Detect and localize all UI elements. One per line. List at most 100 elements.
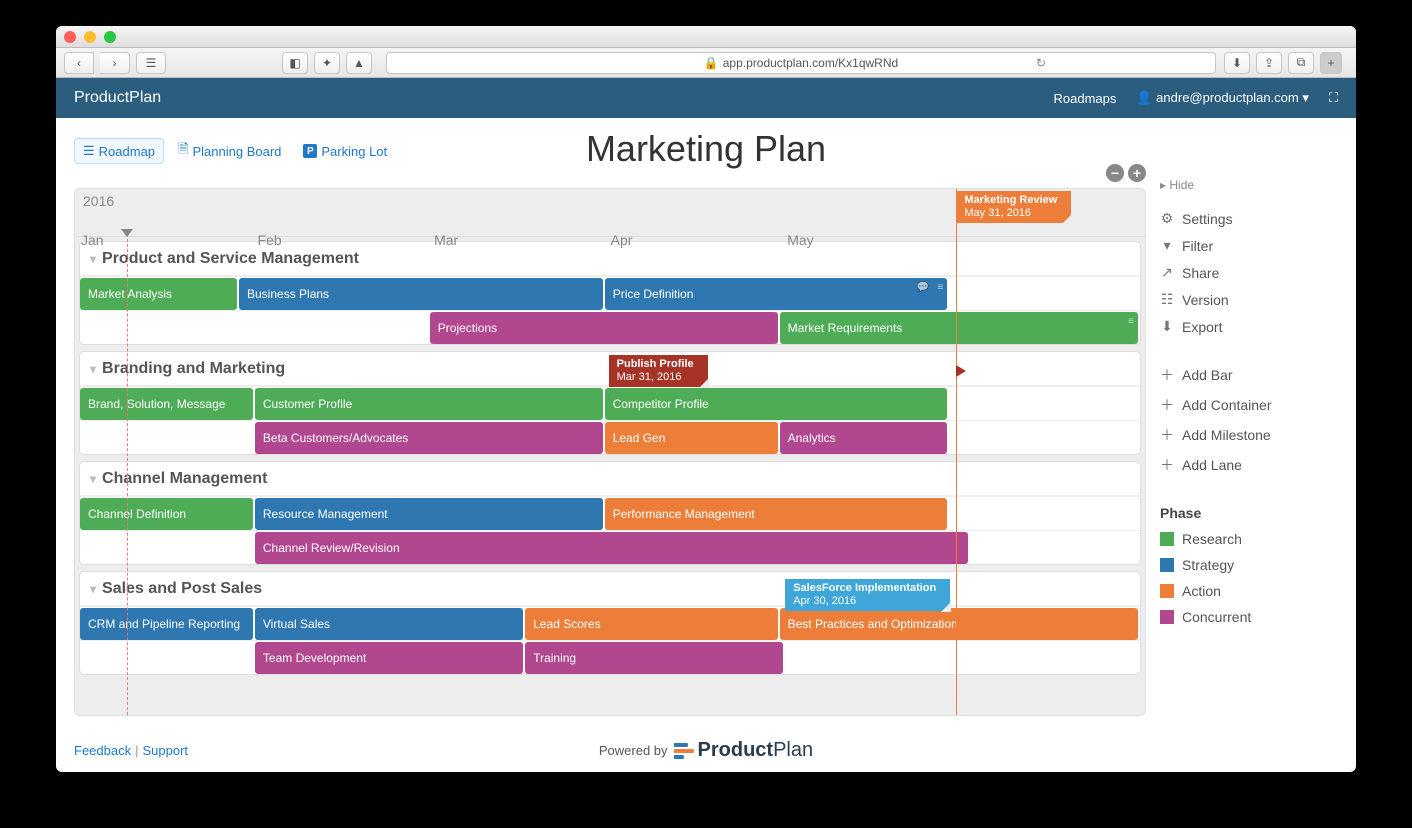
milestone-tag[interactable]: Marketing ReviewMay 31, 2016 — [956, 191, 1071, 223]
sidebar-item-label: Settings — [1182, 211, 1233, 227]
chevron-down-icon: ▾ — [90, 582, 96, 596]
brand-label: ProductPlan — [74, 89, 161, 107]
milestone-flag-icon — [956, 365, 966, 377]
ext-button-2[interactable]: ✦ — [314, 52, 340, 74]
roadmap-bar[interactable]: Business Plans — [239, 278, 603, 310]
lane: ▾Product and Service ManagementMarket An… — [79, 241, 1141, 345]
share-button[interactable]: ⇪ — [1256, 52, 1282, 74]
zoom-in-button[interactable]: + — [1128, 164, 1146, 182]
roadmap-bar[interactable]: Analytics — [780, 422, 948, 454]
sidebar-item-export[interactable]: ⬇ Export — [1160, 318, 1340, 335]
roadmap-bar[interactable]: Channel Definition — [80, 498, 253, 530]
zoom-out-button[interactable]: − — [1106, 164, 1124, 182]
roadmap-bar[interactable]: Virtual Sales — [255, 608, 523, 640]
timeline[interactable]: 2016 JanFebMarAprMay ▾Product and Servic… — [74, 188, 1146, 716]
download-button[interactable]: ⬇ — [1224, 52, 1250, 74]
lane-header[interactable]: ▾Product and Service Management — [80, 242, 1140, 276]
sidebar-item-label: Add Milestone — [1182, 427, 1271, 443]
right-sidebar: ▸ Hide ⚙Settings ▾Filter ↗ Share ☷Version ⬇ Ex… — [1160, 178, 1340, 635]
url-text: app.productplan.com/Kx1qwRNd — [723, 56, 898, 70]
reload-icon[interactable]: ↻ — [1036, 56, 1046, 70]
support-link[interactable]: Support — [142, 743, 188, 758]
sidebar-add-container[interactable]: ＋Add Container — [1160, 395, 1340, 415]
zoom-icon[interactable] — [104, 31, 116, 43]
roadmap-bar[interactable]: Lead Gen — [605, 422, 778, 454]
roadmap-bar[interactable]: Price Definition≡💬 — [605, 278, 948, 310]
plus-icon: ＋ — [1160, 455, 1174, 475]
ext-button-3[interactable]: ▲ — [346, 52, 372, 74]
roadmap-bar[interactable]: Projections — [430, 312, 778, 344]
lane: ▾ Sales and Post Sales CRM and Pipeline Re… — [79, 571, 1141, 675]
sidebar-item-version[interactable]: ☷Version — [1160, 291, 1340, 308]
sidebar-item-label: Add Lane — [1182, 457, 1242, 473]
sidebar-item-filter[interactable]: ▾Filter — [1160, 237, 1340, 254]
sidebar-item-label: Export — [1182, 319, 1222, 335]
roadmap-bar[interactable]: Team Development — [255, 642, 523, 674]
roadmap-bar[interactable]: Lead Scores — [525, 608, 777, 640]
roadmap-bar[interactable]: Customer Profile — [255, 388, 603, 420]
lane: ▾Channel ManagementChannel DefinitionRes… — [79, 461, 1141, 565]
share-icon: ↗ — [1160, 264, 1174, 281]
comment-icon[interactable]: 💬 — [917, 282, 929, 293]
plus-icon: ＋ — [1160, 395, 1174, 415]
legend-item[interactable]: Concurrent — [1160, 609, 1340, 625]
legend-item[interactable]: Action — [1160, 583, 1340, 599]
legend-label: Concurrent — [1182, 609, 1251, 625]
nav-roadmaps[interactable]: Roadmaps — [1053, 91, 1116, 106]
page-title: Marketing Plan — [56, 128, 1356, 170]
ext-button-1[interactable]: ◧ — [282, 52, 308, 74]
tabs-button[interactable]: ⧉ — [1288, 52, 1314, 74]
roadmap-bar[interactable]: Market Analysis — [80, 278, 237, 310]
fullscreen-button[interactable]: ⛶ — [1329, 90, 1338, 106]
milestone-tag[interactable]: Publish ProfileMar 31, 2016 — [609, 355, 708, 387]
lane-row: Channel DefinitionResource ManagementPer… — [80, 496, 1140, 530]
roadmap-bar[interactable]: Performance Management — [605, 498, 948, 530]
legend-swatch — [1160, 584, 1174, 598]
drag-grip-icon[interactable]: ≡ — [1128, 316, 1134, 327]
lane-title: Product and Service Management — [102, 250, 359, 268]
hide-sidebar-button[interactable]: ▸ Hide — [1160, 178, 1340, 192]
lane-header[interactable]: ▾Channel Management — [80, 462, 1140, 496]
address-bar[interactable]: 🔒 app.productplan.com/Kx1qwRNd ↻ — [386, 52, 1216, 74]
chevron-down-icon: ▾ — [1302, 90, 1309, 105]
sidebar-toggle-button[interactable]: ☰ — [136, 52, 166, 74]
roadmap-bar[interactable]: Beta Customers/Advocates — [255, 422, 603, 454]
minimize-icon[interactable] — [84, 31, 96, 43]
sidebar-add-lane[interactable]: ＋ Add Lane — [1160, 455, 1340, 475]
sidebar-item-label: Share — [1182, 265, 1219, 281]
legend-label: Strategy — [1182, 557, 1234, 573]
legend-item[interactable]: Strategy — [1160, 557, 1340, 573]
sidebar-item-settings[interactable]: ⚙Settings — [1160, 210, 1340, 227]
export-icon: ⬇ — [1160, 318, 1174, 335]
new-tab-button[interactable]: + — [1320, 52, 1342, 74]
drag-grip-icon[interactable]: ≡ — [937, 282, 943, 293]
zoom-controls: − + — [1106, 164, 1146, 182]
today-marker-icon — [121, 229, 133, 237]
lane-header[interactable]: ▾ Sales and Post Sales — [80, 572, 1140, 606]
lock-icon: 🔒 — [704, 56, 719, 70]
lane-row: Brand, Solution, MessageCustomer Profile… — [80, 386, 1140, 420]
roadmap-bar[interactable]: Brand, Solution, Message — [80, 388, 253, 420]
roadmap-bar[interactable]: Market Requirements≡ — [780, 312, 1138, 344]
user-menu[interactable]: 👤 andre@productplan.com ▾ — [1136, 90, 1309, 106]
lane-title: Sales and Post Sales — [102, 580, 262, 598]
roadmap-bar[interactable]: Resource Management — [255, 498, 603, 530]
roadmap-bar[interactable]: Best Practices and Optimization — [780, 608, 1138, 640]
roadmap-bar[interactable]: Channel Review/Revision — [255, 532, 969, 564]
legend-swatch — [1160, 532, 1174, 546]
timeline-year: 2016 — [83, 193, 114, 209]
roadmap-bar[interactable]: Training — [525, 642, 783, 674]
roadmap-bar[interactable]: CRM and Pipeline Reporting — [80, 608, 253, 640]
forward-button[interactable]: › — [100, 52, 130, 74]
sidebar-item-label: Version — [1182, 292, 1229, 308]
sidebar-item-share[interactable]: ↗ Share — [1160, 264, 1340, 281]
back-button[interactable]: ‹ — [64, 52, 94, 74]
close-icon[interactable] — [64, 31, 76, 43]
milestone-tag[interactable]: SalesForce ImplementationApr 30, 2016 — [785, 579, 950, 611]
roadmap-bar[interactable]: Competitor Profile — [605, 388, 948, 420]
sidebar-add-bar[interactable]: ＋Add Bar — [1160, 365, 1340, 385]
sidebar-add-milestone[interactable]: ＋Add Milestone — [1160, 425, 1340, 445]
filter-icon: ▾ — [1160, 237, 1174, 254]
feedback-link[interactable]: Feedback — [74, 743, 131, 758]
legend-item[interactable]: Research — [1160, 531, 1340, 547]
